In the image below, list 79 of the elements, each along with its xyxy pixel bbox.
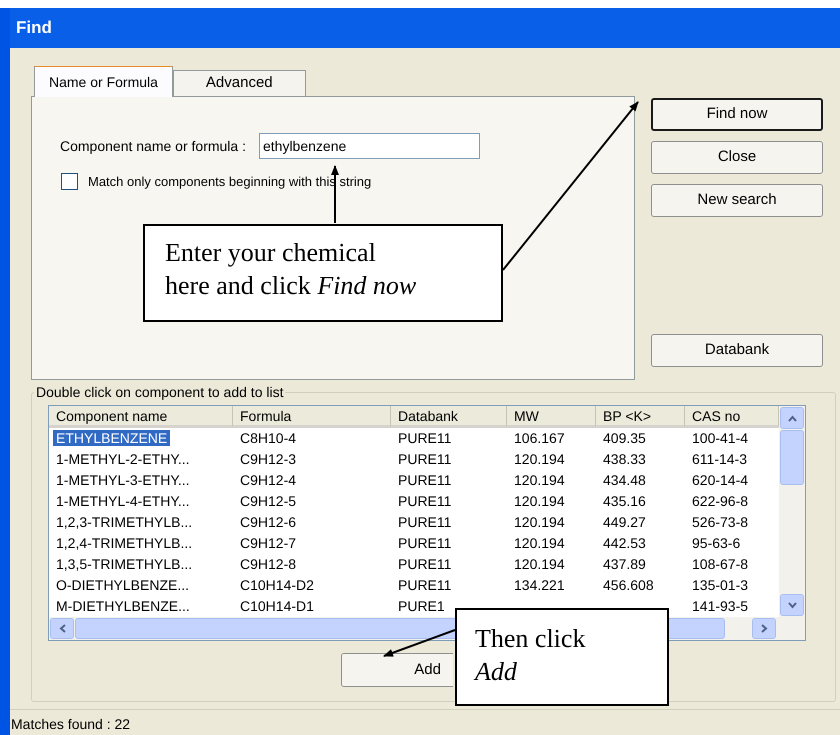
callout-text: Then click Add bbox=[475, 623, 586, 688]
add-button[interactable]: Add bbox=[341, 653, 453, 687]
table-cell-text: PURE11 bbox=[397, 514, 452, 530]
table-cell-text: 1,2,4-TRIMETHYLB... bbox=[55, 534, 194, 550]
table-cell-text: C9H12-6 bbox=[239, 514, 298, 530]
column-header[interactable]: Databank bbox=[391, 406, 507, 428]
table-cell-text: PURE11 bbox=[397, 472, 452, 488]
table-cell-text: PURE1 bbox=[397, 598, 446, 614]
table-cell-text: 100-41-4 bbox=[691, 430, 750, 446]
scroll-down-icon[interactable] bbox=[780, 594, 804, 616]
table-cell-text: C10H14-D1 bbox=[239, 598, 315, 614]
table-cell-text: 620-14-4 bbox=[691, 472, 750, 488]
tab[interactable]: Name or Formula bbox=[34, 66, 173, 97]
table-cell-text: 438.33 bbox=[602, 450, 647, 466]
scroll-right-icon[interactable] bbox=[752, 618, 776, 639]
vertical-scrollbar[interactable] bbox=[779, 406, 805, 617]
table-cell-text: C9H12-5 bbox=[239, 492, 298, 508]
table-cell-text: 437.89 bbox=[602, 556, 647, 572]
table-cell-text: 442.53 bbox=[602, 534, 647, 550]
table-cell-text: PURE11 bbox=[397, 556, 452, 572]
table-cell-text: O-DIETHYLBENZE... bbox=[55, 576, 190, 592]
button[interactable]: New search bbox=[651, 184, 823, 217]
table-cell-text: M-DIETHYLBENZE... bbox=[55, 598, 191, 614]
table-cell-text: 108-67-8 bbox=[691, 556, 750, 572]
column-header[interactable]: MW bbox=[507, 406, 596, 428]
table-cell-text: 434.48 bbox=[602, 472, 647, 488]
table-cell-text: 1,3,5-TRIMETHYLB... bbox=[55, 556, 194, 572]
field-label: Component name or formula : bbox=[60, 136, 246, 156]
table-cell-text: C9H12-7 bbox=[239, 534, 298, 550]
table-cell-text: 611-14-3 bbox=[691, 450, 748, 466]
table-cell-text: 1-METHYL-3-ETHY... bbox=[55, 472, 191, 488]
table-cell-text: C8H10-4 bbox=[239, 430, 298, 446]
table-cell-text: 120.194 bbox=[513, 492, 566, 508]
button[interactable]: Close bbox=[651, 141, 823, 174]
table-cell-text: 435.16 bbox=[602, 492, 647, 508]
databank-button[interactable]: Databank bbox=[651, 334, 823, 367]
table-cell-text: 120.194 bbox=[513, 514, 566, 530]
group-title: Double click on component to add to list bbox=[35, 383, 284, 402]
window-title: Find bbox=[16, 17, 52, 40]
table-cell-text: 141-93-5 bbox=[691, 598, 750, 614]
column-header[interactable]: Component name bbox=[49, 406, 233, 428]
table-cell-text: PURE11 bbox=[397, 492, 452, 508]
table-cell-text: 95-63-6 bbox=[691, 534, 742, 550]
table-cell-text: 1-METHYL-2-ETHY... bbox=[55, 450, 191, 466]
scroll-left-icon[interactable] bbox=[50, 618, 74, 639]
table-cell-text: 526-73-8 bbox=[691, 514, 750, 530]
scroll-up-icon[interactable] bbox=[780, 407, 804, 429]
table-cell-text: 1-METHYL-4-ETHY... bbox=[55, 492, 191, 508]
table-cell-text: 120.194 bbox=[513, 472, 566, 488]
table-cell-text: 120.194 bbox=[513, 450, 566, 466]
table-cell-text: PURE11 bbox=[397, 576, 452, 592]
table-cell-text: 449.27 bbox=[602, 514, 647, 530]
input-field[interactable]: ethylbenzene bbox=[258, 133, 480, 159]
table-cell-text: PURE11 bbox=[397, 534, 452, 550]
table-cell: ETHYLBENZENE bbox=[53, 430, 170, 446]
table-cell-text: PURE11 bbox=[397, 450, 452, 466]
table-cell-text: C9H12-4 bbox=[239, 472, 298, 488]
table-cell-text: 409.35 bbox=[602, 430, 647, 446]
table-cell-text: C9H12-3 bbox=[239, 450, 298, 466]
column-header[interactable]: CAS no bbox=[685, 406, 779, 428]
table-cell-text: 106.167 bbox=[513, 430, 566, 446]
status-text: Matches found : 22 bbox=[11, 715, 130, 734]
column-header[interactable]: BP <K> bbox=[596, 406, 685, 428]
scroll-thumb[interactable] bbox=[780, 430, 804, 485]
table-cell-text: 1,2,3-TRIMETHYLB... bbox=[55, 514, 194, 530]
tab[interactable]: Advanced bbox=[172, 70, 306, 96]
table-cell-text: 135-01-3 bbox=[691, 576, 750, 592]
checkbox[interactable] bbox=[61, 173, 78, 190]
table-cell-text: 622-96-8 bbox=[691, 492, 750, 508]
table-cell-text: 456.608 bbox=[602, 576, 655, 592]
table-cell-text: PURE11 bbox=[397, 430, 452, 446]
callout-text: Enter your chemical here and click Find now bbox=[165, 237, 418, 302]
button[interactable]: Find now bbox=[651, 98, 823, 131]
table-cell-text: C9H12-8 bbox=[239, 556, 298, 572]
table-cell-text: 120.194 bbox=[513, 534, 566, 550]
table-cell-text: C10H14-D2 bbox=[239, 576, 315, 592]
column-header[interactable]: Formula bbox=[233, 406, 391, 428]
table-cell-text: 134.221 bbox=[513, 576, 566, 592]
table-cell-text: 120.194 bbox=[513, 556, 566, 572]
